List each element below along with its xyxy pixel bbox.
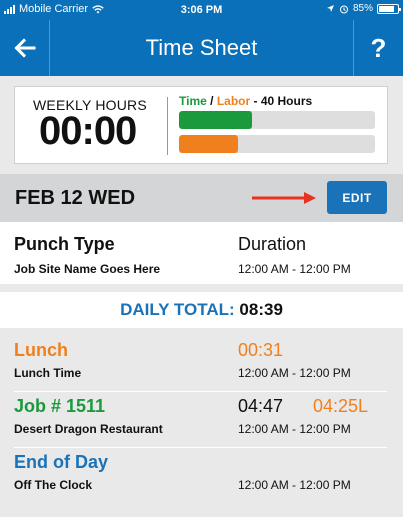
entry-title: End of Day bbox=[14, 452, 109, 472]
duration-header: Duration bbox=[238, 234, 307, 254]
help-button[interactable]: ? bbox=[353, 20, 403, 76]
punch-entry-lunch[interactable]: Lunch Lunch Time 00:31 12:00 AM - 12:00 … bbox=[0, 336, 403, 392]
arrow-right-icon bbox=[252, 192, 316, 204]
entry-time-range: 12:00 AM - 12:00 PM bbox=[238, 422, 351, 436]
daily-total: DAILY TOTAL: 08:39 bbox=[0, 292, 403, 328]
time-progress-fill bbox=[179, 111, 252, 129]
entry-title: Lunch bbox=[14, 340, 68, 360]
battery-percent: 85% bbox=[352, 3, 373, 14]
time-labor-legend: Time / Labor - 40 Hours bbox=[179, 94, 312, 108]
entry-duration: 00:31 bbox=[238, 340, 284, 360]
entry-time-range: 12:00 AM - 12:00 PM bbox=[238, 478, 351, 492]
status-right: 85% bbox=[326, 3, 401, 14]
labor-progress-bar bbox=[179, 135, 375, 153]
battery-icon bbox=[377, 3, 401, 14]
entry-time-range: 12:00 AM - 12:00 PM bbox=[238, 366, 351, 380]
entry-duration: 04:47 bbox=[238, 396, 284, 416]
selected-date: FEB 12 WED bbox=[15, 187, 136, 209]
punch-entry-end-of-day[interactable]: End of Day Off The Clock 12:00 AM - 12:0… bbox=[0, 448, 403, 504]
punch-entry-job[interactable]: Job # 1511 Desert Dragon Restaurant 04:4… bbox=[0, 392, 403, 448]
legend-separator: / bbox=[206, 94, 217, 108]
entry-subtitle: Lunch Time bbox=[14, 366, 82, 380]
status-bar: Mobile Carrier 3:06 PM 85% bbox=[0, 0, 403, 20]
legend-labor: Labor bbox=[216, 94, 251, 108]
page-title: Time Sheet bbox=[145, 35, 258, 60]
column-header: Punch Type Duration Job Site Name Goes H… bbox=[0, 222, 403, 284]
legend-time: Time bbox=[179, 94, 207, 108]
entry-subtitle: Off The Clock bbox=[14, 478, 93, 492]
alarm-icon bbox=[339, 5, 348, 13]
location-icon bbox=[326, 5, 334, 12]
time-progress-bar bbox=[179, 111, 375, 129]
entry-subtitle: Desert Dragon Restaurant bbox=[14, 422, 163, 436]
punch-type-header: Punch Type bbox=[14, 234, 115, 254]
labor-progress-fill bbox=[179, 135, 238, 153]
entry-labor-duration: 04:25L bbox=[313, 396, 369, 416]
edit-button[interactable]: EDIT bbox=[327, 181, 387, 214]
weekly-summary-card: WEEKLY HOURS 00:00 Time / Labor - 40 Hou… bbox=[14, 86, 388, 164]
arrow-left-icon bbox=[13, 38, 35, 58]
time-range-header: 12:00 AM - 12:00 PM bbox=[238, 262, 351, 276]
daily-total-value: 08:39 bbox=[239, 300, 283, 319]
legend-hours: - 40 Hours bbox=[250, 94, 313, 108]
summary-divider bbox=[167, 97, 168, 155]
daily-total-label: DAILY TOTAL: bbox=[120, 300, 235, 319]
back-button[interactable] bbox=[0, 20, 50, 76]
job-site-header: Job Site Name Goes Here bbox=[14, 262, 161, 276]
nav-bar: Time Sheet ? bbox=[0, 20, 403, 76]
weekly-hours-value: 00:00 bbox=[39, 109, 137, 153]
entry-title: Job # 1511 bbox=[14, 396, 106, 416]
